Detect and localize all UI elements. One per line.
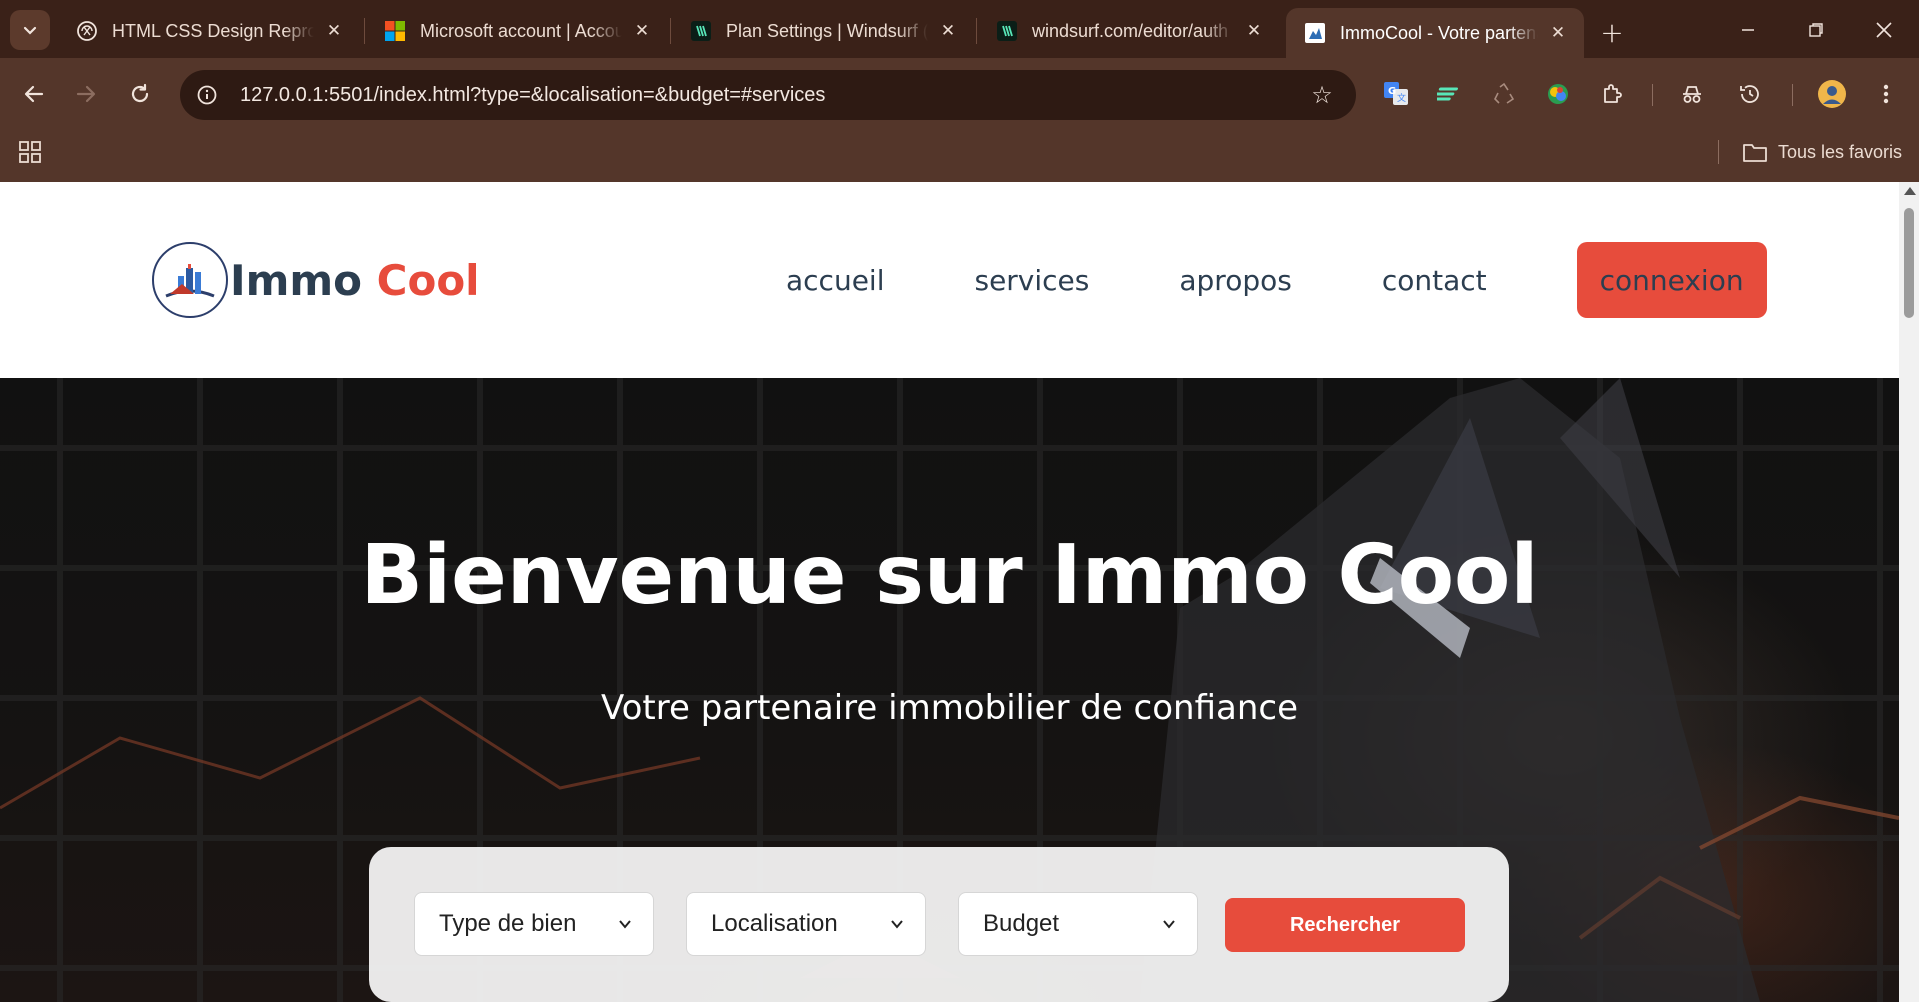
toolbar-divider <box>1792 84 1793 106</box>
history-icon[interactable] <box>1730 74 1770 114</box>
chevron-down-icon <box>1163 920 1175 929</box>
location-select[interactable]: Localisation <box>686 892 926 956</box>
all-bookmarks-button[interactable]: Tous les favoris <box>1742 136 1902 168</box>
bookmark-star-icon[interactable]: ☆ <box>1302 75 1342 115</box>
arrow-right-icon <box>76 85 96 103</box>
folder-icon <box>1743 144 1767 162</box>
tab-title: windsurf.com/editor/auth <box>1032 20 1229 41</box>
back-button[interactable] <box>12 72 56 116</box>
windsurf-icon <box>996 20 1018 42</box>
bookmarks-bar: Tous les favoris <box>0 130 1919 182</box>
close-icon[interactable]: ✕ <box>1546 21 1570 45</box>
chevron-down-icon <box>891 920 903 929</box>
forward-button[interactable] <box>64 72 108 116</box>
close-window-button[interactable] <box>1854 8 1914 52</box>
site-header: Immo Cool accueil services apropos conta… <box>0 182 1899 378</box>
tab-title: Microsoft account | Account <box>420 20 622 41</box>
svg-text:G: G <box>1388 86 1396 97</box>
type-select-value: Type de bien <box>439 910 577 937</box>
tab-divider <box>364 18 365 44</box>
minimize-button[interactable] <box>1718 8 1778 52</box>
restore-icon <box>1809 23 1823 37</box>
page-scrollbar[interactable] <box>1899 182 1919 1002</box>
scrollbar-thumb[interactable] <box>1904 208 1914 318</box>
tab-title: HTML CSS Design Reproduction <box>112 20 314 41</box>
colorful-extension-icon[interactable] <box>1538 74 1578 114</box>
immocool-icon <box>1304 22 1326 44</box>
site-info-icon[interactable] <box>192 80 222 110</box>
browser-toolbar: 127.0.0.1:5501/index.html?type=&localisa… <box>0 58 1919 130</box>
tab-html-css[interactable]: HTML CSS Design Reproduction ✕ <box>58 8 360 54</box>
minimize-icon <box>1742 29 1754 31</box>
location-select-value: Localisation <box>711 910 838 937</box>
nav-link-accueil[interactable]: accueil <box>786 264 884 297</box>
tab-strip: HTML CSS Design Reproduction ✕ Microsoft… <box>0 0 1919 58</box>
hero-subtitle: Votre partenaire immobilier de confiance <box>600 688 1299 728</box>
all-bookmarks-label: Tous les favoris <box>1778 141 1903 162</box>
tab-divider <box>670 18 671 44</box>
browser-chrome: HTML CSS Design Reproduction ✕ Microsoft… <box>0 0 1919 182</box>
chevron-down-icon <box>619 920 631 929</box>
logo-wordmark: Immo Cool <box>230 256 480 305</box>
tab-immocool[interactable]: ImmoCool - Votre partenaire immobilier ✕ <box>1286 8 1584 58</box>
windsurf-icon <box>690 20 712 42</box>
bookmarks-divider <box>1718 140 1719 164</box>
address-bar[interactable]: 127.0.0.1:5501/index.html?type=&localisa… <box>180 70 1356 120</box>
search-button[interactable]: Rechercher <box>1225 898 1465 952</box>
new-tab-button[interactable]: + <box>1592 12 1632 52</box>
google-translate-icon[interactable]: G文 <box>1376 74 1416 114</box>
logo-building-icon <box>152 242 228 318</box>
incognito-icon[interactable] <box>1672 74 1712 114</box>
apps-grid-icon[interactable] <box>16 138 44 166</box>
close-icon[interactable]: ✕ <box>322 19 346 43</box>
tab-title: Plan Settings | Windsurf (formerly Codei… <box>726 20 928 41</box>
hero-section: Bienvenue sur Immo Cool Votre partenaire… <box>0 378 1899 1002</box>
nav-link-contact[interactable]: contact <box>1382 264 1487 297</box>
close-icon[interactable]: ✕ <box>1242 19 1266 43</box>
login-button[interactable]: connexion <box>1576 242 1767 318</box>
profile-avatar[interactable] <box>1812 74 1852 114</box>
search-form: Type de bien Localisation Budget Recherc… <box>369 847 1509 1002</box>
url-text[interactable]: 127.0.0.1:5501/index.html?type=&localisa… <box>240 84 1302 107</box>
close-icon[interactable]: ✕ <box>936 19 960 43</box>
tab-divider <box>976 18 977 44</box>
nav-link-services[interactable]: services <box>974 264 1089 297</box>
menu-kebab-icon[interactable] <box>1866 74 1906 114</box>
tab-microsoft-account[interactable]: Microsoft account | Account ✕ <box>366 8 668 54</box>
hero-title: Bienvenue sur Immo Cool <box>360 528 1539 623</box>
openai-icon <box>76 20 98 42</box>
close-icon <box>1876 22 1892 38</box>
chevron-down-icon <box>23 26 37 35</box>
tab-plan-settings[interactable]: Plan Settings | Windsurf (formerly Codei… <box>672 8 974 54</box>
recycle-extension-icon[interactable] <box>1484 74 1524 114</box>
tab-windsurf-auth[interactable]: windsurf.com/editor/auth ✕ <box>978 8 1280 54</box>
page-viewport: Immo Cool accueil services apropos conta… <box>0 182 1899 1002</box>
windsurf-extension-icon[interactable] <box>1430 74 1470 114</box>
microsoft-icon <box>384 20 406 42</box>
tab-search-button[interactable] <box>10 10 50 50</box>
main-nav: accueil services apropos contact connexi… <box>786 242 1767 318</box>
reload-button[interactable] <box>118 72 162 116</box>
close-icon[interactable]: ✕ <box>630 19 654 43</box>
type-select[interactable]: Type de bien <box>414 892 654 956</box>
budget-select-value: Budget <box>983 910 1060 937</box>
extensions-puzzle-icon[interactable] <box>1592 74 1632 114</box>
svg-text:文: 文 <box>1397 92 1406 104</box>
arrow-left-icon <box>24 85 44 103</box>
budget-select[interactable]: Budget <box>958 892 1198 956</box>
toolbar-divider <box>1652 84 1653 106</box>
scroll-up-arrow-icon[interactable] <box>1904 187 1916 195</box>
reload-icon <box>131 83 149 103</box>
logo-text-part2: Cool <box>376 255 480 305</box>
restore-button[interactable] <box>1786 8 1846 52</box>
site-logo[interactable]: Immo Cool <box>152 242 480 318</box>
nav-link-apropos[interactable]: apropos <box>1179 264 1291 297</box>
tab-title: ImmoCool - Votre partenaire immobilier <box>1340 22 1538 43</box>
logo-text-part1: Immo <box>230 255 377 305</box>
